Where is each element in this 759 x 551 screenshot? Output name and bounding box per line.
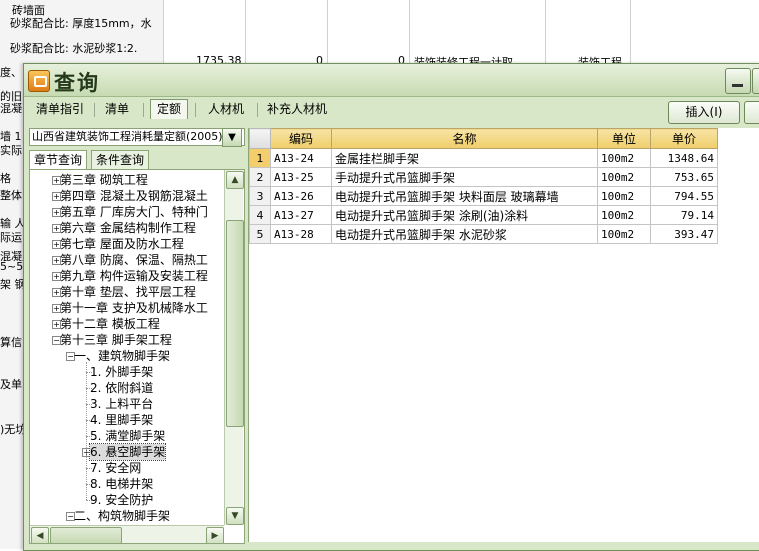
tree-item[interactable]: 5. 满堂脚手架 [90, 428, 165, 444]
cell-code[interactable]: A13-26 [270, 186, 332, 206]
scroll-right-icon[interactable]: ▶ [206, 527, 224, 543]
subtab-condition-query[interactable]: 条件查询 [91, 150, 150, 170]
cell-unit[interactable]: 100m2 [597, 205, 651, 225]
cell-code[interactable]: A13-28 [270, 224, 332, 244]
scroll-thumb[interactable] [226, 220, 244, 427]
dialog-titlebar[interactable]: 查询 [24, 64, 759, 97]
cell-code[interactable]: A13-25 [270, 167, 332, 187]
scroll-thumb[interactable] [50, 527, 122, 543]
tab-labor-material-machine[interactable]: 人材机 [202, 100, 250, 119]
cell-code[interactable]: A13-24 [270, 148, 332, 168]
tree-horizontal-scrollbar[interactable]: ◀ ▶ [30, 525, 224, 543]
cell-name[interactable]: 电动提升式吊篮脚手架 水泥砂浆 [331, 224, 598, 244]
scroll-left-icon[interactable]: ◀ [31, 527, 49, 543]
tree-item[interactable]: 第四章 混凝土及钢筋混凝土 [60, 188, 208, 204]
tree-connector [86, 362, 87, 500]
column-header-unit[interactable]: 单位 [597, 128, 651, 149]
row-number[interactable]: 3 [249, 186, 271, 206]
cell-price[interactable]: 753.65 [650, 167, 718, 187]
tree-item[interactable]: 一、建筑物脚手架 [74, 348, 170, 364]
extra-button[interactable] [744, 101, 759, 124]
tree-item[interactable]: 第六章 金属结构制作工程 [60, 220, 196, 236]
cell-name[interactable]: 电动提升式吊篮脚手架 块料面层 玻璃幕墙 [331, 186, 598, 206]
cell-price[interactable]: 1348.64 [650, 148, 718, 168]
bg-cell: 算信 [0, 336, 22, 349]
row-number[interactable]: 5 [249, 224, 271, 244]
table-row[interactable]: 1 A13-24 金属挂栏脚手架 100m2 1348.64 [249, 148, 718, 168]
cell-price[interactable]: 794.55 [650, 186, 718, 206]
bg-cell: 整体 [0, 189, 22, 202]
quota-library-select[interactable]: 山西省建筑装饰工程消耗量定额(2005) [29, 128, 245, 146]
table-row[interactable]: 4 A13-27 电动提升式吊篮脚手架 涂刷(油)涂料 100m2 79.14 [249, 205, 718, 225]
cell-unit[interactable]: 100m2 [597, 186, 651, 206]
quota-table: 编码 名称 单位 单价 1 A13-24 金属挂栏脚手架 100m2 1348.64 2 A… [248, 128, 759, 542]
tree-item[interactable]: 3. 上料平台 [90, 396, 153, 412]
bg-cell: 实际 [0, 144, 22, 157]
scroll-up-icon[interactable]: ▲ [226, 171, 244, 189]
tree-item[interactable]: 第十章 垫层、找平层工程 [60, 284, 196, 300]
tree-item[interactable]: 第十三章 脚手架工程 [60, 332, 172, 348]
tree-item[interactable]: 6. 悬空脚手架 [88, 443, 167, 461]
tree-item[interactable]: 第三章 砌筑工程 [60, 172, 148, 188]
bg-cell: 砖墙面 [12, 4, 45, 16]
app-icon [28, 70, 50, 92]
tree-item[interactable]: 1. 外脚手架 [90, 364, 153, 380]
bg-cell: 及单 [0, 378, 22, 391]
row-header-corner [249, 128, 271, 149]
table-row[interactable]: 2 A13-25 手动提升式吊篮脚手架 100m2 753.65 [249, 167, 718, 187]
scroll-down-icon[interactable]: ▼ [226, 507, 244, 525]
bg-cell: 砂浆配合比: 水泥砂浆1:2. [10, 42, 138, 54]
bg-cell: 度、 [0, 66, 22, 79]
row-number[interactable]: 4 [249, 205, 271, 225]
chevron-down-icon[interactable]: ▼ [222, 128, 242, 147]
tab-quota[interactable]: 定额 [150, 99, 189, 119]
chapter-tree[interactable]: + 第三章 砌筑工程 + 第四章 混凝土及钢筋混凝土 + 第五章 厂库房大门、特种门 + 第六… [29, 169, 245, 544]
maximize-button[interactable] [752, 68, 759, 94]
bg-cell: 架 钢 [0, 278, 26, 291]
tree-item[interactable]: 第十二章 模板工程 [60, 316, 160, 332]
bg-cell: 格 [0, 172, 11, 185]
cell-unit[interactable]: 100m2 [597, 167, 651, 187]
dialog-bottom [24, 544, 759, 550]
query-dialog: 查询 清单指引 清单 定额 人材机 补充人材机 插入(I) 山西省建筑装饰工程消… [23, 63, 759, 551]
tree-item[interactable]: 第十一章 支护及机械降水工 [60, 300, 208, 316]
tree-item[interactable]: 9. 安全防护 [90, 492, 153, 508]
tree-item[interactable]: 4. 里脚手架 [90, 412, 153, 428]
row-number[interactable]: 2 [249, 167, 271, 187]
table-row[interactable]: 3 A13-26 电动提升式吊篮脚手架 块料面层 玻璃幕墙 100m2 794.55 [249, 186, 718, 206]
bg-cell: 混凝 [0, 102, 22, 115]
tree-item[interactable]: 第五章 厂库房大门、特种门 [60, 204, 208, 220]
subtab-chapter-query[interactable]: 章节查询 [29, 150, 88, 170]
tree-item[interactable]: 第九章 构件运输及安装工程 [60, 268, 208, 284]
cell-unit[interactable]: 100m2 [597, 224, 651, 244]
tree-item[interactable]: 2. 依附斜道 [90, 380, 153, 396]
tab-list[interactable]: 清单 [99, 100, 135, 119]
cell-price[interactable]: 79.14 [650, 205, 718, 225]
tree-vertical-scrollbar[interactable]: ▲ ▼ [224, 170, 244, 525]
cell-price[interactable]: 393.47 [650, 224, 718, 244]
tree-item[interactable]: 7. 安全网 [90, 460, 141, 476]
bg-cell: 砂浆配合比: 厚度15mm，水 [10, 17, 152, 29]
cell-name[interactable]: 金属挂栏脚手架 [331, 148, 598, 168]
dialog-title: 查询 [54, 71, 100, 95]
column-header-price[interactable]: 单价 [650, 128, 718, 149]
bg-cell: 际运 [0, 231, 22, 244]
cell-name[interactable]: 电动提升式吊篮脚手架 涂刷(油)涂料 [331, 205, 598, 225]
tab-list-guide[interactable]: 清单指引 [30, 100, 90, 119]
tree-item[interactable]: 第七章 屋面及防水工程 [60, 236, 184, 252]
column-header-code[interactable]: 编码 [270, 128, 332, 149]
minimize-button[interactable] [725, 68, 751, 94]
tree-item[interactable]: 二、构筑物脚手架 [74, 508, 170, 524]
insert-button[interactable]: 插入(I) [668, 101, 740, 124]
cell-unit[interactable]: 100m2 [597, 148, 651, 168]
cell-name[interactable]: 手动提升式吊篮脚手架 [331, 167, 598, 187]
tab-supplementary[interactable]: 补充人材机 [261, 100, 333, 119]
tree-item[interactable]: 8. 电梯井架 [90, 476, 153, 492]
cell-code[interactable]: A13-27 [270, 205, 332, 225]
tab-bar: 清单指引 清单 定额 人材机 补充人材机 [24, 97, 759, 121]
table-row[interactable]: 5 A13-28 电动提升式吊篮脚手架 水泥砂浆 100m2 393.47 [249, 224, 718, 244]
row-number[interactable]: 1 [249, 148, 271, 168]
column-header-name[interactable]: 名称 [331, 128, 598, 149]
tree-item[interactable]: 第八章 防腐、保温、隔热工 [60, 252, 208, 268]
